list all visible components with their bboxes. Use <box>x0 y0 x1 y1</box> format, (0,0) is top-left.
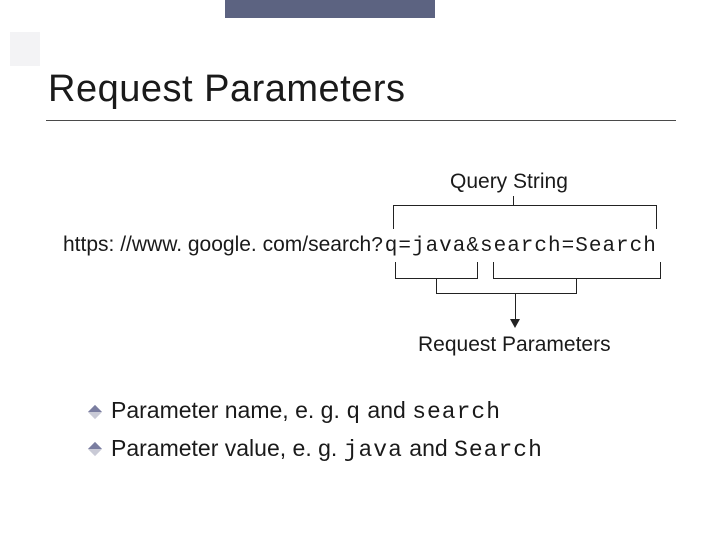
eq1: = <box>398 235 412 258</box>
bullet-mid: and <box>403 435 454 461</box>
code-text: java <box>344 437 403 463</box>
bullet-list: Parameter name, e. g. q and search Param… <box>90 393 543 468</box>
bullet-text: Parameter name, e. g. <box>111 397 346 423</box>
param2-value: Search <box>575 235 657 258</box>
code-text: search <box>412 399 501 425</box>
bracket-bot-param2 <box>493 262 661 279</box>
bracket-stem-top <box>513 196 514 205</box>
bracket-top-query <box>393 205 657 229</box>
eq2: = <box>562 235 576 258</box>
conn-h <box>436 293 577 294</box>
bullet-icon <box>88 442 102 456</box>
bracket-bot-param1 <box>395 262 478 279</box>
conn-v1 <box>436 279 437 293</box>
conn-v2 <box>576 279 577 293</box>
list-item: Parameter name, e. g. q and search <box>90 393 543 431</box>
bullet-mid: and <box>361 397 412 423</box>
url-line: https: //www. google. com/search?q=java&… <box>63 233 657 258</box>
bullet-text: Parameter value, e. g. <box>111 435 344 461</box>
conn-down <box>515 293 516 321</box>
param2-name: search <box>480 235 562 258</box>
title-underline <box>46 120 676 121</box>
corner-decoration <box>10 32 40 66</box>
param1-name: q <box>385 235 399 258</box>
code-text: q <box>346 399 361 425</box>
request-params-label: Request Parameters <box>418 333 611 357</box>
arrowhead-icon <box>510 319 520 328</box>
query-string-label: Query String <box>450 170 568 194</box>
param1-value: java <box>412 235 466 258</box>
top-accent-bar <box>225 0 435 18</box>
url-amp: & <box>466 235 480 258</box>
bullet-icon <box>88 405 102 419</box>
url-qmark: ? <box>371 235 385 258</box>
list-item: Parameter value, e. g. java and Search <box>90 431 543 469</box>
slide-title: Request Parameters <box>48 68 406 111</box>
slide: Request Parameters Query String https: /… <box>0 0 720 540</box>
url-base: https: //www. google. com/search <box>63 233 371 256</box>
code-text: Search <box>454 437 543 463</box>
